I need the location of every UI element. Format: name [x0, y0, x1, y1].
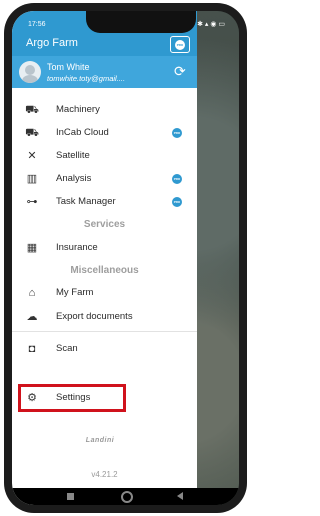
recents-icon[interactable] — [67, 493, 74, 500]
map-icon: ▥ — [26, 173, 38, 185]
route-icon: ⊶ — [26, 196, 38, 208]
menu-item-satellite[interactable]: ✕ Satellite — [12, 145, 197, 167]
pro-badge-icon: PRO — [172, 174, 182, 184]
status-time: 17:56 — [28, 21, 46, 28]
menu-item-scan[interactable]: ◘ Scan — [12, 338, 197, 360]
status-icons: ✱ ▴ ◉ ▭ — [197, 21, 225, 28]
user-email: tomwhite.toty@gmail.... — [47, 74, 126, 83]
menu-item-export-documents[interactable]: ☁ Export documents — [12, 306, 197, 328]
cloud-download-icon: ☁ — [26, 311, 38, 323]
pro-button[interactable]: PRO — [170, 36, 190, 53]
menu-item-label: Analysis — [56, 173, 92, 184]
menu-item-task-manager[interactable]: ⊶ Task Manager PRO — [12, 191, 197, 213]
system-nav-bar — [12, 488, 239, 505]
back-icon[interactable] — [177, 492, 183, 500]
menu-item-label: Insurance — [56, 242, 98, 253]
brand-logo: Landini — [85, 437, 115, 444]
settings-highlight-box — [18, 384, 126, 412]
pro-badge-icon: PRO — [172, 197, 182, 207]
menu-item-incab-cloud[interactable]: ⛟ InCab Cloud PRO — [12, 122, 197, 144]
home-icon[interactable] — [121, 491, 133, 503]
camera-icon: ◘ — [28, 343, 36, 355]
user-account-row[interactable]: Tom White tomwhite.toty@gmail.... ⟳ — [12, 56, 197, 88]
menu-item-insurance[interactable]: ▦ Insurance — [12, 237, 197, 259]
menu-item-label: Machinery — [56, 104, 100, 115]
phone-frame: Argo Farm PRO Tom White tomwhite.toty@gm… — [4, 3, 247, 513]
menu-item-label: Task Manager — [56, 196, 116, 207]
menu-item-label: InCab Cloud — [56, 127, 109, 138]
farm-icon: ⌂ — [28, 287, 36, 299]
section-header-miscellaneous: Miscellaneous — [70, 265, 139, 276]
screen: Argo Farm PRO Tom White tomwhite.toty@gm… — [12, 11, 239, 505]
menu-item-label: Satellite — [56, 150, 90, 161]
navigation-drawer: Argo Farm PRO Tom White tomwhite.toty@gm… — [12, 11, 197, 505]
tractor-cloud-icon: ⛟ — [25, 127, 39, 139]
status-bar: 17:56 ✱ ▴ ◉ ▭ — [12, 11, 239, 37]
building-icon: ▦ — [26, 242, 38, 254]
satellite-icon: ✕ — [27, 150, 37, 162]
pro-badge-icon: PRO — [172, 128, 182, 138]
menu-item-label: Scan — [56, 343, 78, 354]
tractor-icon: ⛟ — [25, 104, 39, 116]
app-title: Argo Farm — [26, 37, 78, 49]
menu-item-label: My Farm — [56, 287, 94, 298]
pro-badge-icon: PRO — [175, 39, 185, 50]
section-header-services: Services — [83, 219, 126, 230]
avatar — [19, 61, 41, 83]
divider — [12, 331, 197, 332]
user-name: Tom White — [47, 62, 90, 72]
menu-item-label: Export documents — [56, 311, 133, 322]
menu-item-my-farm[interactable]: ⌂ My Farm — [12, 282, 197, 304]
sync-icon[interactable]: ⟳ — [174, 64, 186, 78]
menu-item-machinery[interactable]: ⛟ Machinery — [12, 99, 197, 121]
app-version: v4.21.2 — [91, 470, 118, 479]
menu-item-analysis[interactable]: ▥ Analysis PRO — [12, 168, 197, 190]
